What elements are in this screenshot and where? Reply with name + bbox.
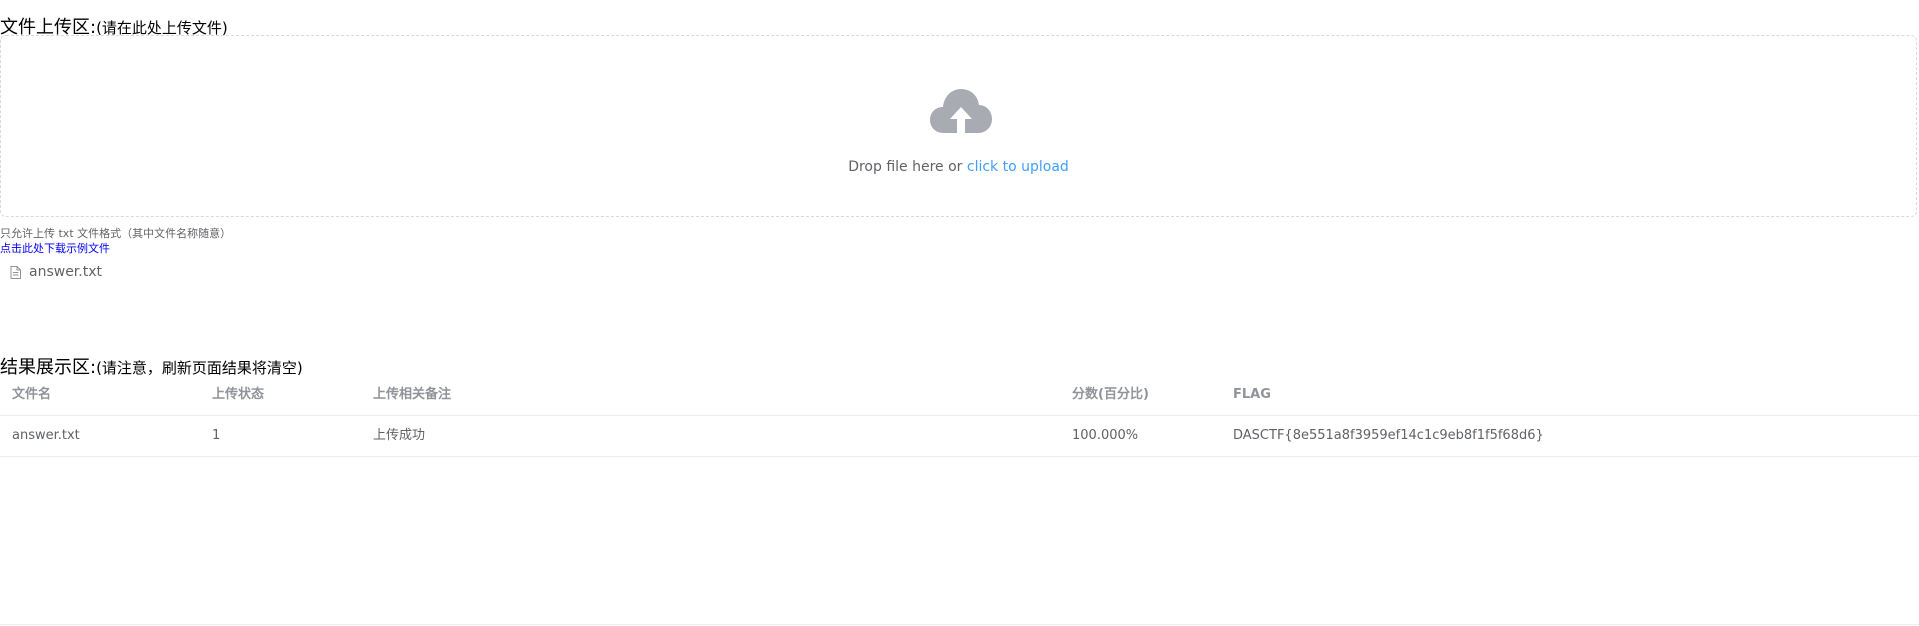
- dropzone-instruction: Drop file here or: [848, 159, 967, 175]
- header-upload-notes: 上传相关备注: [373, 387, 452, 402]
- click-to-upload-link[interactable]: click to upload: [967, 159, 1069, 175]
- cell-flag: DASCTF{8e551a8f3959ef14c1c9eb8f1f5f68d6}: [1233, 428, 1544, 443]
- document-icon: [10, 265, 21, 279]
- cell-upload-status: 1: [212, 428, 221, 443]
- table-header-row: 文件名 上传状态 上传相关备注 分数(百分比) FLAG: [0, 375, 1919, 416]
- cloud-upload-icon: [930, 89, 992, 133]
- header-flag: FLAG: [1233, 387, 1271, 402]
- results-table: 文件名 上传状态 上传相关备注 分数(百分比) FLAG answer.txt …: [0, 375, 1919, 457]
- uploaded-file-item[interactable]: answer.txt: [10, 264, 102, 280]
- cell-filename: answer.txt: [12, 428, 80, 443]
- bottom-divider: [0, 624, 1919, 625]
- table-row: answer.txt 1 上传成功 100.000% DASCTF{8e551a…: [0, 416, 1919, 457]
- upload-tip: 只允许上传 txt 文件格式（其中文件名称随意）: [0, 227, 232, 240]
- download-sample-link[interactable]: 点击此处下载示例文件: [0, 240, 110, 256]
- header-upload-status: 上传状态: [212, 387, 265, 402]
- header-filename: 文件名: [12, 387, 52, 402]
- dropzone-text: Drop file here or click to upload: [1, 159, 1916, 175]
- uploaded-file-name: answer.txt: [29, 264, 102, 280]
- cell-score: 100.000%: [1072, 428, 1139, 443]
- header-score: 分数(百分比): [1072, 387, 1149, 402]
- upload-dropzone[interactable]: Drop file here or click to upload: [0, 35, 1917, 217]
- cell-upload-notes: 上传成功: [373, 428, 426, 443]
